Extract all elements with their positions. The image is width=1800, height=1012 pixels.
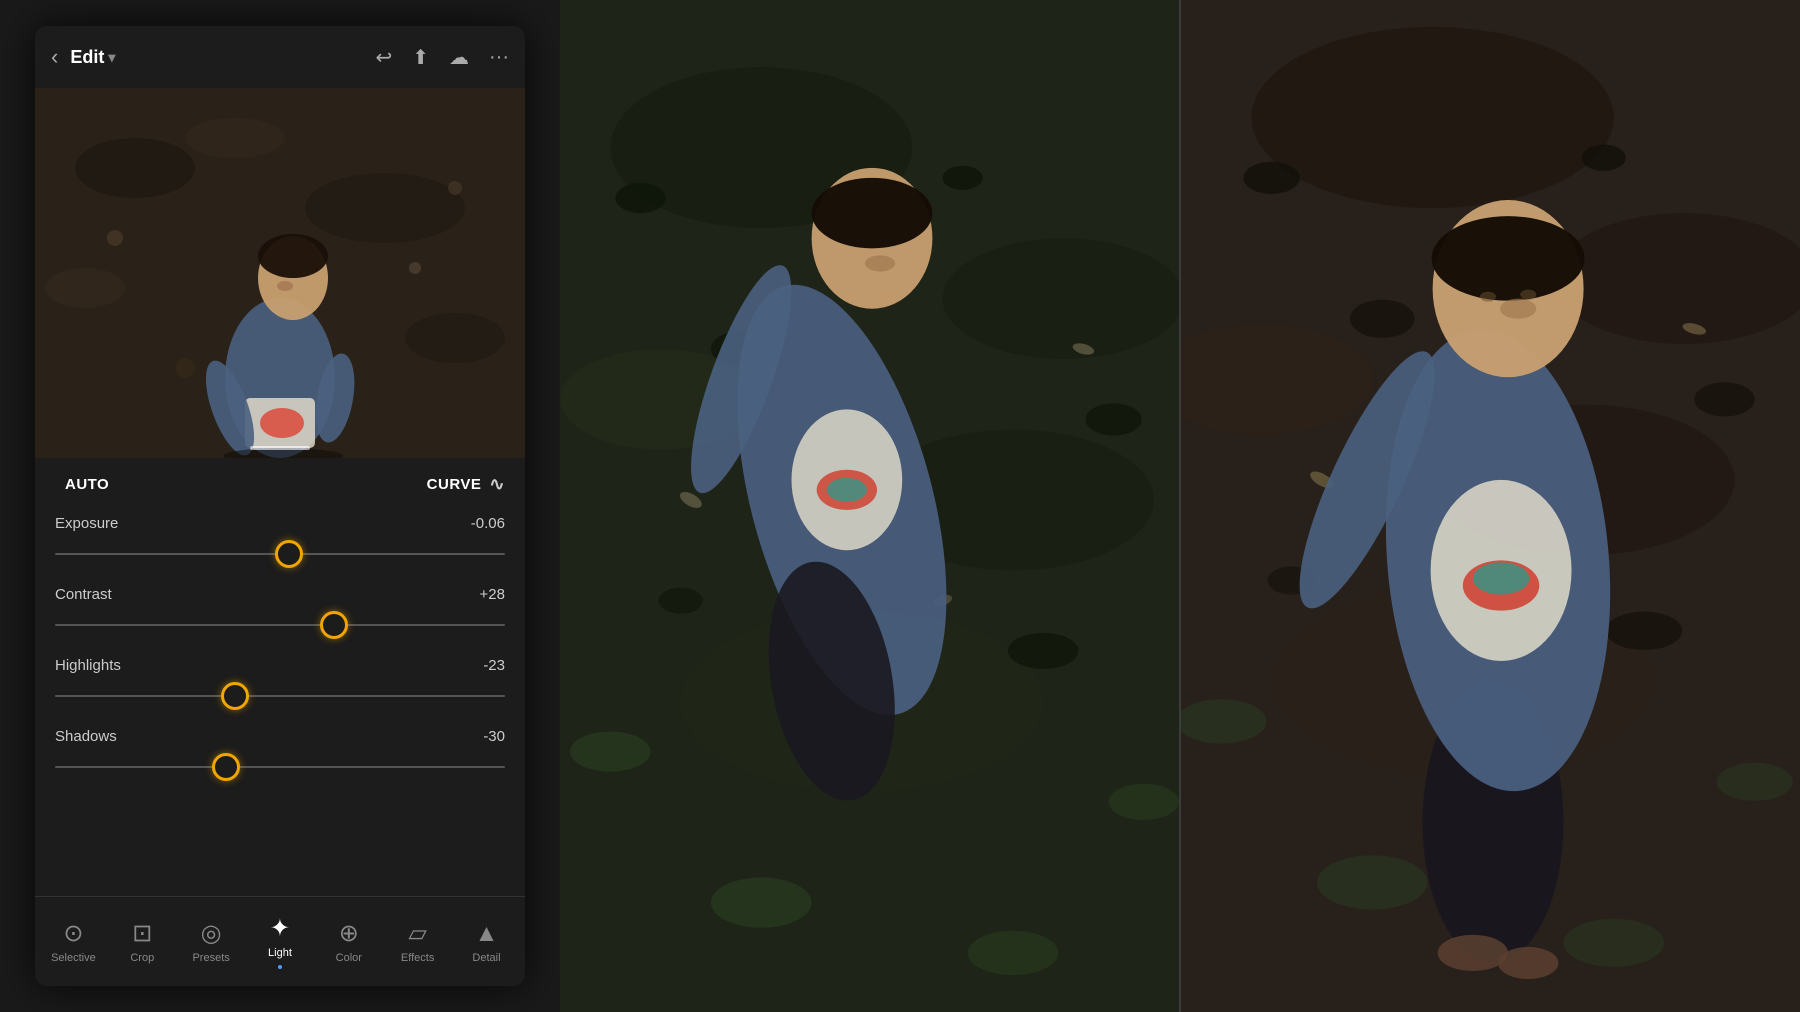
shadows-track	[55, 766, 505, 768]
undo-icon[interactable]: ↩	[375, 45, 392, 70]
shadows-thumb[interactable]	[212, 753, 240, 781]
color-label: Color	[336, 952, 362, 964]
exposure-slider-row: Exposure -0.06	[55, 515, 505, 568]
phone-frame: ‹ Edit ▾ ↩ ⬆ ☁ ···	[35, 26, 525, 986]
crop-icon: ⊡	[132, 919, 152, 948]
nav-item-detail[interactable]: ▲ Detail	[456, 920, 516, 964]
sliders-area: Exposure -0.06 Contrast +28	[35, 511, 525, 785]
exposure-thumb[interactable]	[275, 540, 303, 568]
crop-label: Crop	[130, 952, 154, 964]
selective-label: Selective	[51, 952, 96, 964]
nav-item-crop[interactable]: ⊡ Crop	[112, 919, 172, 964]
auto-button[interactable]: AUTO	[55, 472, 119, 497]
photo-before	[560, 0, 1179, 1012]
photo-slider-line[interactable]	[250, 446, 310, 450]
contrast-label: Contrast	[55, 586, 112, 603]
curve-label: CURVE	[427, 476, 482, 493]
effects-label: Effects	[401, 952, 434, 964]
nav-item-selective[interactable]: ⊙ Selective	[43, 919, 103, 964]
chevron-down-icon: ▾	[108, 49, 115, 66]
light-label: Light	[268, 947, 292, 959]
photo-background	[35, 88, 525, 458]
cloud-icon[interactable]: ☁	[449, 45, 469, 70]
exposure-value: -0.06	[471, 515, 505, 532]
shadows-track-container[interactable]	[55, 753, 505, 781]
color-icon: ⊕	[339, 919, 359, 948]
highlights-value: -23	[483, 657, 505, 674]
shadows-slider-row: Shadows -30	[55, 728, 505, 781]
curve-button[interactable]: CURVE ∿	[427, 474, 505, 495]
more-icon[interactable]: ···	[489, 46, 509, 69]
highlights-label: Highlights	[55, 657, 121, 674]
detail-label: Detail	[472, 952, 500, 964]
phone-panel: ‹ Edit ▾ ↩ ⬆ ☁ ···	[0, 0, 560, 1012]
presets-icon: ◎	[201, 919, 222, 948]
back-button[interactable]: ‹	[51, 44, 58, 70]
right-panel	[560, 0, 1800, 1012]
effects-icon: ▱	[408, 919, 426, 948]
shadows-label: Shadows	[55, 728, 117, 745]
edit-controls: AUTO CURVE ∿ Exposure -0.06	[35, 458, 525, 896]
contrast-value: +28	[480, 586, 505, 603]
bottom-nav: ⊙ Selective ⊡ Crop ◎ Presets ✦ Light ⊕ C…	[35, 896, 525, 986]
selective-icon: ⊙	[63, 919, 83, 948]
nav-item-light[interactable]: ✦ Light	[250, 914, 310, 969]
after-photo-svg	[1181, 0, 1800, 1012]
mode-row: AUTO CURVE ∿	[35, 458, 525, 511]
highlights-track	[55, 695, 505, 697]
highlights-track-container[interactable]	[55, 682, 505, 710]
highlights-thumb[interactable]	[221, 682, 249, 710]
photo-after	[1181, 0, 1800, 1012]
presets-label: Presets	[192, 952, 229, 964]
nav-item-presets[interactable]: ◎ Presets	[181, 919, 241, 964]
exposure-track-container[interactable]	[55, 540, 505, 568]
contrast-thumb[interactable]	[320, 611, 348, 639]
active-indicator	[278, 965, 282, 969]
light-icon: ✦	[270, 914, 290, 943]
detail-icon: ▲	[475, 920, 499, 948]
photo-preview	[35, 88, 525, 458]
edit-header: ‹ Edit ▾ ↩ ⬆ ☁ ···	[35, 26, 525, 88]
nav-item-effects[interactable]: ▱ Effects	[388, 919, 448, 964]
photo-svg	[35, 88, 525, 458]
shadows-value: -30	[483, 728, 505, 745]
highlights-slider-row: Highlights -23	[55, 657, 505, 710]
header-title[interactable]: Edit ▾	[70, 47, 115, 68]
contrast-slider-row: Contrast +28	[55, 586, 505, 639]
exposure-label: Exposure	[55, 515, 118, 532]
curve-icon: ∿	[489, 474, 505, 495]
before-photo-svg	[560, 0, 1179, 1012]
contrast-track-container[interactable]	[55, 611, 505, 639]
nav-item-color[interactable]: ⊕ Color	[319, 919, 379, 964]
share-icon[interactable]: ⬆	[412, 45, 429, 70]
contrast-track	[55, 624, 505, 626]
edit-label: Edit	[70, 47, 104, 68]
exposure-track	[55, 553, 505, 555]
